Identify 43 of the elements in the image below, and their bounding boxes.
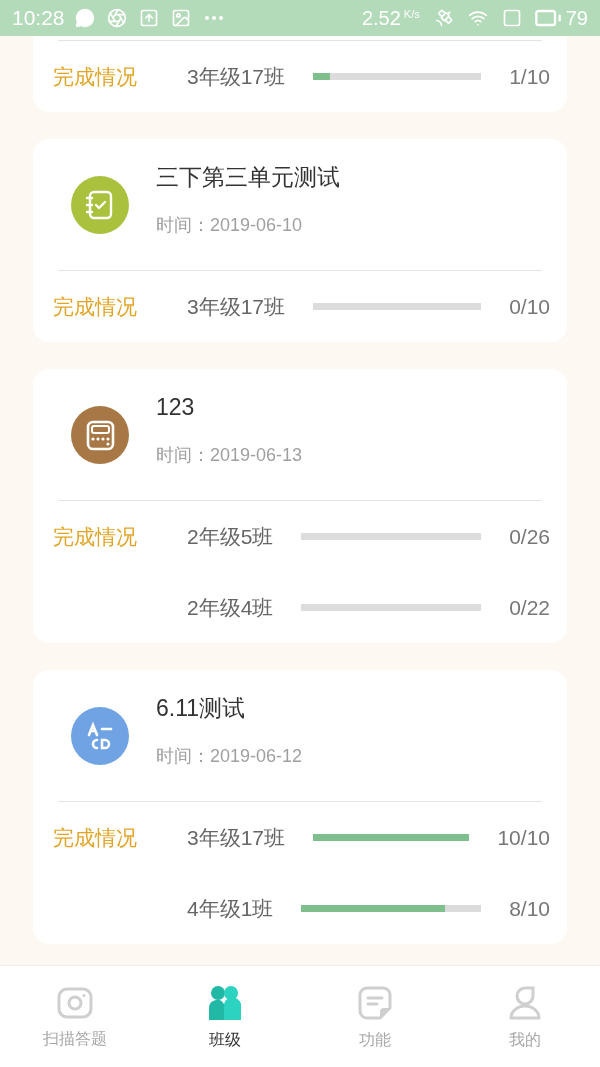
aperture-icon (106, 8, 127, 28)
test-title: 三下第三单元测试 (156, 162, 340, 192)
completion-count: 0/22 (509, 594, 550, 621)
upload-icon (138, 8, 159, 28)
test-time: 时间：2019-06-12 (156, 745, 303, 769)
class-name: 3年级17班 (187, 293, 286, 320)
completion-label: 完成情况 (53, 524, 137, 548)
status-time: 10:28 (12, 5, 65, 32)
completion-count: 0/26 (509, 523, 550, 550)
completion-count: 0/10 (509, 293, 550, 320)
class-name: 3年级17班 (187, 824, 286, 851)
note-icon (358, 985, 392, 1020)
network-speed: 2.52 (361, 6, 401, 31)
speed-unit: K/s (403, 7, 420, 22)
camera-icon (57, 986, 93, 1019)
completion-count: 8/10 (509, 895, 550, 922)
completion-label: 完成情况 (53, 294, 137, 318)
class-name: 3年级17班 (187, 63, 286, 90)
test-card[interactable]: 123 时间：2019-06-13 完成情况 2年级5班 0/26 2年级4班 0/22 (33, 369, 567, 643)
message-icon (74, 8, 95, 28)
class-name: 4年级1班 (187, 895, 274, 922)
sim-icon (501, 8, 522, 28)
nav-tab[interactable]: 班级 (150, 966, 300, 1067)
test-time: 时间：2019-06-13 (156, 444, 303, 468)
test-title: 6.11测试 (156, 693, 247, 723)
people-icon (209, 985, 241, 1020)
test-time: 时间：2019-06-10 (156, 214, 304, 238)
more-icon (204, 16, 223, 20)
class-name: 2年级5班 (187, 523, 274, 550)
class-name: 2年级4班 (187, 594, 274, 621)
completion-count: 1/10 (509, 63, 550, 90)
completion-label: 完成情况 (53, 825, 137, 849)
test-card[interactable]: 三下第三单元测试 时间：2019-06-10 完成情况 3年级17班 0/10 (33, 139, 567, 342)
person-icon (508, 985, 542, 1020)
test-card[interactable]: 完成情况 3年级17班 1/10 (33, 36, 567, 112)
completion-count: 10/10 (497, 824, 550, 851)
battery-level: 79 (565, 6, 588, 31)
completion-label: 完成情况 (53, 64, 137, 88)
satellite-icon (433, 8, 454, 28)
image-icon (170, 8, 191, 28)
test-card[interactable]: 6.11测试 时间：2019-06-12 完成情况 3年级17班 10/10 4年级1班 8/10 (33, 670, 567, 944)
wifi-icon (467, 8, 488, 28)
test-title: 123 (156, 392, 196, 422)
